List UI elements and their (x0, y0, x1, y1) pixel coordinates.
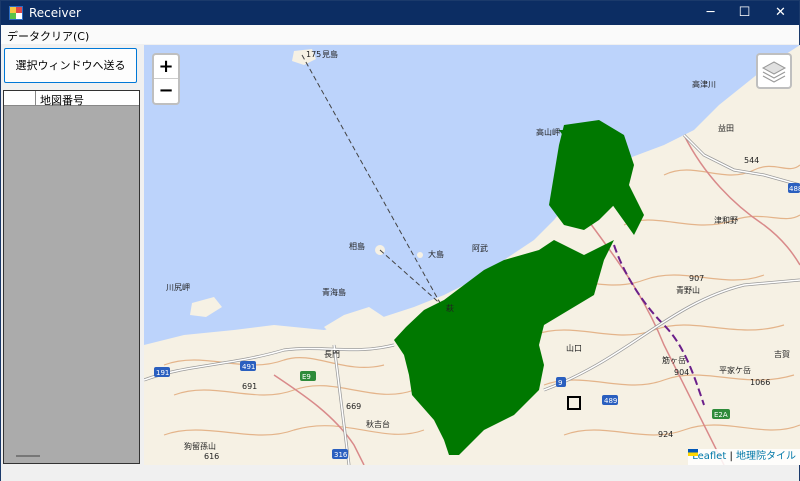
label-yamaguchi: 山口 (566, 343, 582, 353)
attribution-tiles-link[interactable]: 地理院タイル (736, 451, 796, 462)
label-tsuwano: 津和野 (714, 215, 738, 225)
layers-button[interactable] (756, 53, 792, 89)
land-aomi-island (190, 297, 222, 317)
layers-icon (761, 61, 787, 83)
label-hagi: 萩 (446, 303, 454, 313)
maximize-button[interactable]: ☐ (728, 1, 761, 25)
window-title: Receiver (29, 6, 81, 20)
label-h669: 669 (346, 402, 361, 411)
label-h904: 904 (674, 368, 689, 377)
attribution-separator: | (726, 451, 736, 462)
label-hiraga: 平家ケ岳 (719, 365, 751, 375)
label-nagato: 長門 (324, 350, 340, 359)
label-aonoyama: 青野山 (676, 285, 700, 295)
label-soshima: 相島 (349, 241, 365, 251)
label-mishima: 見島 (322, 49, 338, 59)
close-button[interactable]: ✕ (764, 1, 797, 25)
label-h924: 924 (658, 430, 673, 439)
ukraine-flag-icon (688, 449, 699, 456)
label-yoshika: 吉賀 (774, 349, 790, 359)
label-takayama: 高山岬 (536, 127, 560, 137)
shield-r316: 316 (334, 451, 348, 459)
menu-data-clear[interactable]: データクリア(C) (7, 28, 89, 44)
label-omi: 大島 (428, 249, 444, 259)
zoom-control: + − (152, 53, 180, 105)
label-h1066: 1066 (750, 378, 770, 387)
label-abu: 阿武 (472, 243, 488, 253)
label-h616: 616 (204, 452, 219, 461)
label-masuda: 益田 (718, 123, 734, 133)
shield-e2a: E2A (714, 411, 728, 419)
label-h907: 907 (689, 274, 704, 283)
app-icon (9, 6, 23, 20)
left-panel: 選択ウィンドウへ送る 地図番号 (1, 45, 143, 465)
grid-column-header-map-number[interactable]: 地図番号 (40, 92, 84, 108)
status-bar (1, 465, 799, 481)
land-omi-island (324, 307, 384, 341)
map-view[interactable]: 175 見島 高山岬 益田 津和野 相島 大島 阿武 川尻岬 青海島 萩 長門 … (144, 45, 800, 465)
title-bar[interactable]: Receiver ─ ☐ ✕ (1, 1, 799, 25)
zoom-in-button[interactable]: + (154, 55, 178, 79)
menu-bar: データクリア(C) (1, 25, 799, 44)
label-kawajiri: 川尻岬 (166, 283, 190, 292)
label-aomi: 青海島 (322, 287, 346, 297)
shield-e9: E9 (302, 373, 311, 381)
zoom-out-button[interactable]: − (154, 79, 178, 103)
map-canvas[interactable]: 175 見島 高山岬 益田 津和野 相島 大島 阿武 川尻岬 青海島 萩 長門 … (144, 45, 800, 465)
map-number-grid[interactable]: 地図番号 (3, 90, 140, 464)
label-mishima-height: 175 (306, 50, 321, 59)
label-h691: 691 (242, 382, 257, 391)
label-kogata: 狗留孫山 (184, 441, 216, 451)
shield-r489: 489 (604, 397, 617, 405)
shield-r488: 488 (789, 185, 800, 193)
app-window: Receiver ─ ☐ ✕ データクリア(C) 選択ウィンドウへ送る 地図番号 (0, 0, 800, 481)
shield-r191: 191 (156, 369, 169, 377)
grid-header: 地図番号 (4, 91, 139, 108)
grid-row-header-corner[interactable] (4, 91, 36, 106)
map-attribution: Leaflet | 地理院タイル (688, 449, 800, 465)
label-takatsu: 高津川 (692, 79, 716, 89)
land-small-island (417, 252, 423, 258)
shield-r9: 9 (558, 379, 562, 387)
label-h544: 544 (744, 156, 759, 165)
send-to-selected-window-button[interactable]: 選択ウィンドウへ送る (4, 48, 137, 83)
ferry-routes (301, 54, 445, 311)
label-kanatake: 筋ヶ岳 (662, 355, 686, 365)
shield-r491: 491 (242, 363, 255, 371)
label-akiyoshi: 秋吉台 (366, 419, 390, 429)
grid-scroll-indicator[interactable] (16, 455, 40, 457)
minimize-button[interactable]: ─ (694, 1, 727, 25)
